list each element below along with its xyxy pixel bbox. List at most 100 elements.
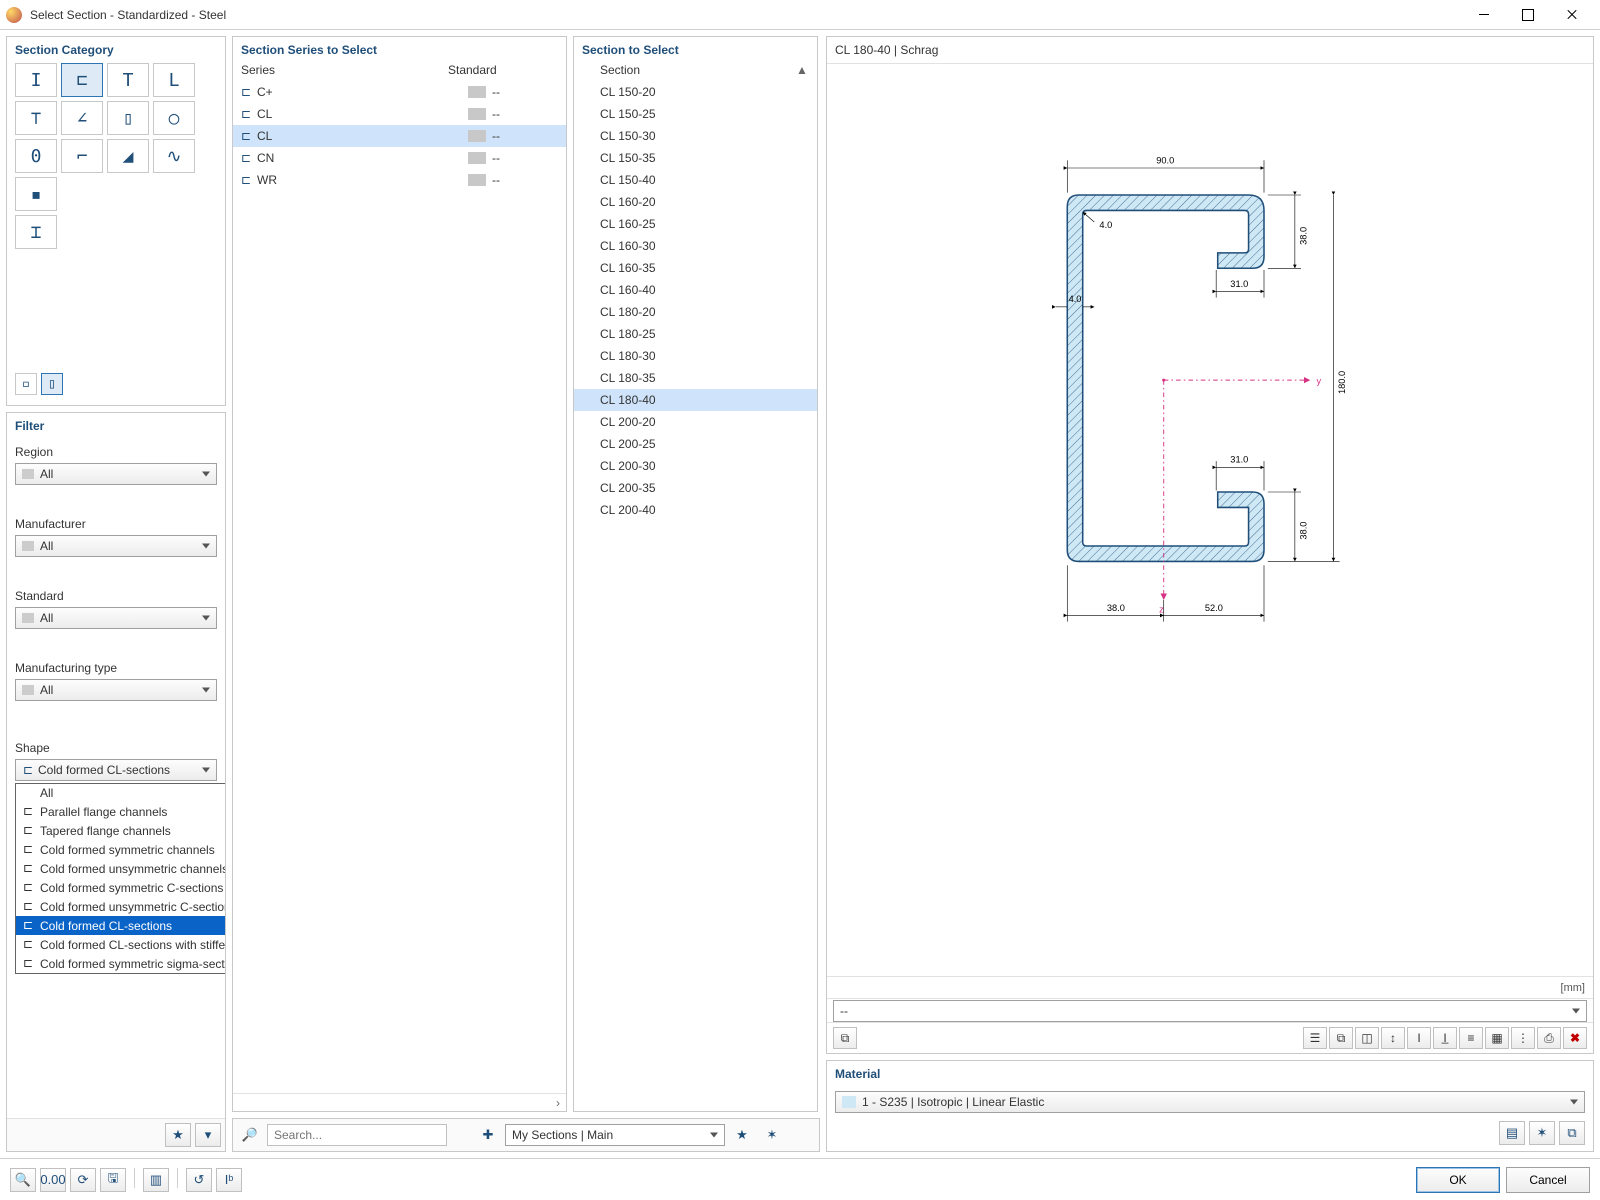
shape-option[interactable]: ⊏Cold formed symmetric sigma-sections — [16, 954, 225, 973]
series-row[interactable]: ⊏CL-- — [233, 125, 566, 147]
shape-option[interactable]: ⊏Parallel flange channels — [16, 802, 225, 821]
series-row[interactable]: ⊏CN-- — [233, 147, 566, 169]
section-row[interactable]: CL 200-40 — [574, 499, 817, 521]
shape-option[interactable]: All — [16, 784, 225, 802]
library-icon[interactable]: ▤ — [1499, 1121, 1525, 1145]
category-hollow-round[interactable]: ○ — [153, 101, 195, 135]
series-row[interactable]: ⊏C+-- — [233, 81, 566, 103]
material-combo[interactable]: 1 - S235 | Isotropic | Linear Elastic — [835, 1091, 1585, 1113]
subcat-thin-walled-off[interactable]: ▫ — [15, 373, 37, 395]
save-tool-icon[interactable]: 🖫 — [100, 1168, 126, 1192]
preview-area[interactable]: y z — [827, 64, 1593, 976]
section-row[interactable]: CL 200-35 — [574, 477, 817, 499]
manuf-type-combo[interactable]: All — [15, 679, 217, 701]
category-solid-oval[interactable]: 0 — [15, 139, 57, 173]
category-double-t-section[interactable]: ⊤ — [15, 101, 57, 135]
section-row[interactable]: CL 180-35 — [574, 367, 817, 389]
section-row[interactable]: CL 180-20 — [574, 301, 817, 323]
category-channel-section[interactable]: ⊏ — [61, 63, 103, 97]
section-row[interactable]: CL 200-25 — [574, 433, 817, 455]
section-row[interactable]: CL 160-40 — [574, 279, 817, 301]
shape-dropdown-list[interactable]: All⊏Parallel flange channels⊏Tapered fla… — [15, 783, 225, 974]
add-section-icon[interactable]: ✚ — [475, 1123, 501, 1147]
series-row[interactable]: ⊏WR-- — [233, 169, 566, 191]
edit-material-icon[interactable]: ⧉ — [1559, 1121, 1585, 1145]
series-col-standard[interactable]: Standard — [448, 63, 558, 77]
favorite-filter-icon[interactable]: ★ — [165, 1123, 191, 1147]
series-list[interactable]: ⊏C+--⊏CL--⊏CL--⊏CN--⊏WR-- — [233, 81, 566, 1093]
filter-funnel-icon[interactable]: ▾ — [195, 1123, 221, 1147]
category-rail[interactable]: ◢ — [107, 139, 149, 173]
shape-option[interactable]: ⊏Tapered flange channels — [16, 821, 225, 840]
category-hollow-rect[interactable]: ▯ — [107, 101, 149, 135]
dim-icon[interactable]: I̲ — [1433, 1027, 1457, 1049]
category-corrugated[interactable]: ∿ — [153, 139, 195, 173]
search-tool-icon[interactable]: 🔍 — [10, 1168, 36, 1192]
shape-option[interactable]: ⊏Cold formed CL-sections with stiffened … — [16, 935, 225, 954]
reset-tool-icon[interactable]: ↺ — [186, 1168, 212, 1192]
window-minimize-button[interactable] — [1462, 1, 1506, 29]
section-row[interactable]: CL 160-20 — [574, 191, 817, 213]
shape-option[interactable]: ⊏Cold formed CL-sections — [16, 916, 225, 935]
series-row[interactable]: ⊏CL-- — [233, 103, 566, 125]
principal-icon[interactable]: I — [1407, 1027, 1431, 1049]
mysections-new-icon[interactable]: ✶ — [759, 1123, 785, 1147]
shape-option[interactable]: ⊏Cold formed symmetric C-sections — [16, 878, 225, 897]
grid-icon[interactable]: ▦ — [1485, 1027, 1509, 1049]
section-row[interactable]: CL 180-40 — [574, 389, 817, 411]
thinwalled-icon[interactable]: ◫ — [1355, 1027, 1379, 1049]
print-icon[interactable]: ⎙ — [1537, 1027, 1561, 1049]
category-solid-bar[interactable]: ▪ — [15, 177, 57, 211]
category-l-bent[interactable]: ⌐ — [61, 139, 103, 173]
copy-tool-icon[interactable]: ▥ — [143, 1168, 169, 1192]
shape-option[interactable]: ⊏Cold formed symmetric channels — [16, 840, 225, 859]
section-row[interactable]: CL 200-30 — [574, 455, 817, 477]
mysections-star-icon[interactable]: ★ — [729, 1123, 755, 1147]
legend-icon[interactable]: ⋮ — [1511, 1027, 1535, 1049]
units-tool-icon[interactable]: 0.00 — [40, 1168, 66, 1192]
region-combo[interactable]: All — [15, 463, 217, 485]
category-z-section[interactable]: ∠ — [61, 101, 103, 135]
preview-section-props-icon[interactable]: ⧉ — [833, 1027, 857, 1049]
section-row[interactable]: CL 160-30 — [574, 235, 817, 257]
section-row[interactable]: CL 160-25 — [574, 213, 817, 235]
ok-button[interactable]: OK — [1416, 1167, 1500, 1193]
section-row[interactable]: CL 180-30 — [574, 345, 817, 367]
search-mode-icon[interactable]: 🔎 — [237, 1123, 263, 1147]
section-col-name[interactable]: Section — [600, 63, 795, 77]
window-close-button[interactable] — [1550, 1, 1594, 29]
category-t-section[interactable]: T — [107, 63, 149, 97]
shape-option[interactable]: ⊏Cold formed unsymmetric channels — [16, 859, 225, 878]
values-icon[interactable]: ☰ — [1303, 1027, 1327, 1049]
cancel-button[interactable]: Cancel — [1506, 1167, 1590, 1193]
stresses-icon[interactable]: ⧉ — [1329, 1027, 1353, 1049]
axes-icon[interactable]: ↕ — [1381, 1027, 1405, 1049]
refresh-tool-icon[interactable]: ⟳ — [70, 1168, 96, 1192]
new-material-icon[interactable]: ✶ — [1529, 1121, 1555, 1145]
section-row[interactable]: CL 200-20 — [574, 411, 817, 433]
category-built-up[interactable]: ⌶ — [15, 215, 57, 249]
section-row[interactable]: CL 150-30 — [574, 125, 817, 147]
shape-option[interactable]: ⊏Cold formed unsymmetric C-sections — [16, 897, 225, 916]
shape-combo[interactable]: ⊏Cold formed CL-sections — [15, 759, 217, 781]
window-maximize-button[interactable] — [1506, 1, 1550, 29]
subcat-thin-walled-on[interactable]: ▯ — [41, 373, 63, 395]
section-row[interactable]: CL 180-25 — [574, 323, 817, 345]
section-row[interactable]: CL 150-20 — [574, 81, 817, 103]
preview-info-combo[interactable]: -- — [833, 1000, 1587, 1022]
manufacturer-combo[interactable]: All — [15, 535, 217, 557]
category-i-section[interactable]: I — [15, 63, 57, 97]
section-sort-icon[interactable]: ▲ — [795, 63, 809, 77]
category-angle-section[interactable]: L — [153, 63, 195, 97]
section-row[interactable]: CL 150-40 — [574, 169, 817, 191]
section-row[interactable]: CL 150-25 — [574, 103, 817, 125]
section-props-icon[interactable]: Iᵇ — [216, 1168, 242, 1192]
section-row[interactable]: CL 160-35 — [574, 257, 817, 279]
section-list[interactable]: CL 150-20CL 150-25CL 150-30CL 150-35CL 1… — [574, 81, 817, 1111]
search-input[interactable] — [267, 1124, 447, 1146]
series-scroll-right-icon[interactable]: › — [556, 1096, 560, 1110]
standard-combo[interactable]: All — [15, 607, 217, 629]
section-row[interactable]: CL 150-35 — [574, 147, 817, 169]
series-col-series[interactable]: Series — [241, 63, 448, 77]
dim-lines-icon[interactable]: ≡ — [1459, 1027, 1483, 1049]
